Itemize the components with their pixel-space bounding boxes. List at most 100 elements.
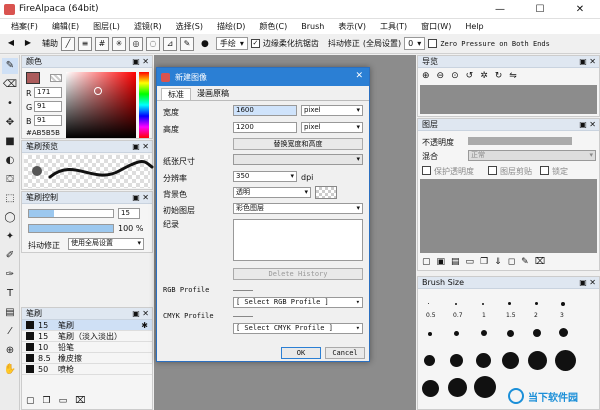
brush-size-dot[interactable] — [428, 303, 429, 304]
brush-size-dot[interactable] — [455, 303, 457, 305]
resolution-select[interactable]: 350 ▾ — [233, 171, 297, 182]
menu-layer[interactable]: 图层(L) — [86, 21, 127, 32]
menu-file[interactable]: 档案(F) — [4, 21, 45, 32]
panel-pin-close-icon[interactable]: ▣ ✕ — [579, 277, 596, 289]
hand-mode-select[interactable]: 手绘 ▾ — [215, 37, 248, 50]
panel-pin-close-icon[interactable]: ▣ ✕ — [132, 141, 149, 153]
panel-pin-close-icon[interactable]: ▣ ✕ — [132, 192, 149, 204]
new-layer-icon[interactable]: ▢ — [422, 257, 431, 267]
list-item[interactable]: 15 笔刷 ✱ — [22, 320, 152, 331]
list-item[interactable]: 10 铅笔 — [22, 342, 152, 353]
panel-pin-close-icon[interactable]: ▣ ✕ — [132, 56, 149, 68]
magic-wand-tool-icon[interactable]: ✦ — [2, 229, 18, 245]
maximize-button[interactable]: ☐ — [520, 0, 560, 19]
background-color-swatch[interactable] — [315, 186, 337, 199]
size-label-3[interactable]: 1.5 — [506, 312, 516, 319]
brush-size-dot[interactable] — [476, 353, 491, 368]
zoom-out-icon[interactable]: ⊖ — [437, 71, 445, 81]
zoom-tool-icon[interactable]: ⊕ — [2, 343, 18, 359]
list-item[interactable]: 15 笔刷（淡入淡出） — [22, 331, 152, 342]
new-8bit-layer-icon[interactable]: ▣ — [437, 257, 446, 267]
brush-size-dot[interactable] — [474, 376, 496, 398]
brush-size-dot[interactable] — [555, 350, 576, 371]
transparent-swatch[interactable] — [50, 74, 62, 82]
menu-select[interactable]: 选择(S) — [169, 21, 210, 32]
snap-off-icon[interactable]: ╱ — [61, 36, 75, 51]
swap-size-button[interactable]: 替换宽度和高度 — [233, 138, 363, 150]
paper-size-select[interactable]: ▾ — [233, 154, 363, 165]
size-label-0[interactable]: 0.5 — [426, 312, 436, 319]
brush-size-dot[interactable] — [507, 330, 514, 337]
menu-edit[interactable]: 编辑(E) — [45, 21, 86, 32]
snap-perspective-icon[interactable]: ⊿ — [163, 36, 177, 51]
duplicate-layer-icon[interactable]: ❐ — [480, 257, 488, 267]
brush-size-dot[interactable] — [528, 351, 547, 370]
menu-tools[interactable]: 工具(T) — [373, 21, 414, 32]
size-label-5[interactable]: 3 — [560, 312, 564, 319]
brush-size-dot[interactable] — [424, 355, 435, 366]
new-brush-icon[interactable]: ▢ — [26, 396, 35, 406]
snap-parallel-icon[interactable]: ≡ — [78, 36, 92, 51]
g-input[interactable]: 91 — [34, 101, 62, 112]
eraser-tool-icon[interactable]: ⌫ — [2, 77, 18, 93]
brush-size-dot[interactable] — [428, 332, 432, 336]
snap-cross-icon[interactable]: # — [95, 36, 109, 51]
layer-properties-icon[interactable]: ✎ — [521, 257, 529, 267]
close-button[interactable]: ✕ — [560, 0, 600, 19]
menu-view[interactable]: 表示(V) — [331, 21, 373, 32]
size-label-4[interactable]: 2 — [534, 312, 538, 319]
hue-slider[interactable] — [139, 72, 149, 138]
menu-color[interactable]: 颜色(C) — [252, 21, 294, 32]
move-tool-icon[interactable]: ✥ — [2, 115, 18, 131]
brush-size-dot[interactable] — [535, 302, 538, 305]
select-eraser-tool-icon[interactable]: ✑ — [2, 267, 18, 283]
dialog-close-icon[interactable]: ✕ — [355, 71, 363, 81]
protect-alpha-checkbox[interactable] — [422, 166, 431, 175]
rgb-profile-select[interactable]: [ Select RGB Profile ] ▾ — [233, 297, 363, 308]
layer-opacity-slider[interactable] — [468, 137, 572, 145]
brush-size-dot[interactable] — [533, 329, 541, 337]
brush-size-dot[interactable] — [448, 378, 467, 397]
minimize-button[interactable]: — — [480, 0, 520, 19]
fill-rect-tool-icon[interactable]: ■ — [2, 134, 18, 150]
brush-size-dot[interactable] — [422, 380, 439, 397]
prev-icon[interactable]: ◀ — [4, 37, 18, 51]
height-input[interactable]: 1200 — [233, 122, 297, 133]
antialias-checkbox[interactable]: ✓ — [250, 39, 260, 48]
snap-curve-icon[interactable]: ◌ — [146, 36, 160, 51]
merge-down-icon[interactable]: ⇓ — [494, 257, 502, 267]
blend-select[interactable]: 正常 ▾ — [468, 150, 596, 161]
height-unit-select[interactable]: pixel ▾ — [301, 122, 363, 133]
panel-pin-close-icon[interactable]: ▣ ✕ — [579, 56, 596, 68]
fit-icon[interactable]: ⊙ — [451, 71, 459, 81]
navigator-preview[interactable] — [420, 85, 597, 114]
panel-pin-close-icon[interactable]: ▣ ✕ — [132, 308, 149, 320]
tab-manga[interactable]: 漫画原稿 — [191, 88, 235, 100]
duplicate-brush-icon[interactable]: ❐ — [43, 396, 51, 406]
folder-icon[interactable]: ▭ — [59, 396, 68, 406]
snap-settings-icon[interactable]: ✎ — [180, 36, 194, 51]
brush-size-dot[interactable] — [559, 328, 568, 337]
delete-layer-icon[interactable]: ⌧ — [535, 257, 545, 267]
background-select[interactable]: 透明 ▾ — [233, 187, 311, 198]
size-label-2[interactable]: 1 — [482, 312, 486, 319]
brush-size-dot[interactable] — [561, 302, 565, 306]
tab-standard[interactable]: 标准 — [161, 88, 191, 100]
clipping-checkbox[interactable] — [488, 166, 497, 175]
brush-size-dot[interactable] — [454, 331, 459, 336]
layer-list[interactable] — [420, 179, 597, 253]
dot-tool-icon[interactable]: • — [2, 96, 18, 112]
b-input[interactable]: 91 — [34, 115, 62, 126]
next-icon[interactable]: ▶ — [21, 37, 35, 51]
snap-radial-icon[interactable]: ✳ — [112, 36, 126, 51]
brush-size-dot[interactable] — [450, 354, 463, 367]
cancel-button[interactable]: Cancel — [325, 347, 365, 359]
text-tool-icon[interactable]: T — [2, 286, 18, 302]
menu-filter[interactable]: 滤镜(R) — [127, 21, 169, 32]
bucket-tool-icon[interactable]: ⛋ — [2, 172, 18, 188]
gear-icon[interactable]: ✱ — [141, 321, 148, 330]
brush-tool-icon[interactable]: ✎ — [2, 58, 18, 74]
snap-circle-icon[interactable]: ◎ — [129, 36, 143, 51]
menu-brush[interactable]: Brush — [294, 22, 331, 31]
layer-folder-icon[interactable]: ▭ — [466, 257, 475, 267]
